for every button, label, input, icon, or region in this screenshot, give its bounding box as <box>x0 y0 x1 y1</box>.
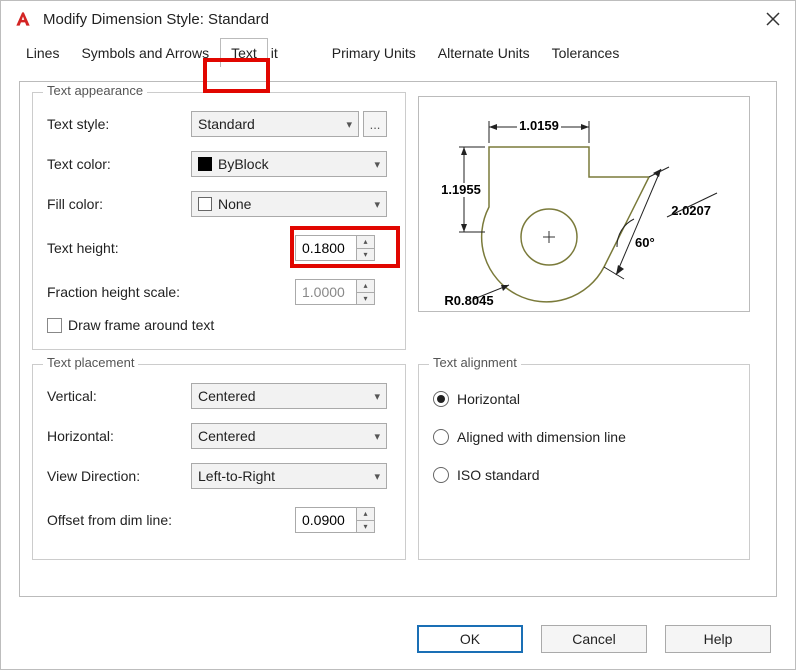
radio-icon <box>433 391 449 407</box>
fill-color-label: Fill color: <box>47 196 191 212</box>
close-button[interactable] <box>763 9 783 29</box>
tab-panel: Text appearance Text style: Standard ▾ .… <box>19 81 777 597</box>
svg-text:R0.8045: R0.8045 <box>444 293 493 308</box>
dimension-preview: 1.0159 1.1955 2.0207 <box>418 96 750 312</box>
radio-horizontal[interactable]: Horizontal <box>433 391 626 407</box>
offset-spinner[interactable]: ▴ ▾ <box>295 507 375 533</box>
legend-appearance: Text appearance <box>43 83 147 98</box>
dialog-window: Modify Dimension Style: Standard Lines S… <box>0 0 796 670</box>
fraction-scale-label: Fraction height scale: <box>47 284 295 300</box>
radio-aligned[interactable]: Aligned with dimension line <box>433 429 626 445</box>
text-color-label: Text color: <box>47 156 191 172</box>
text-style-browse-button[interactable]: ... <box>363 111 387 137</box>
vertical-dropdown[interactable]: Centered ▾ <box>191 383 387 409</box>
text-color-dropdown[interactable]: ByBlock ▾ <box>191 151 387 177</box>
cancel-button[interactable]: Cancel <box>541 625 647 653</box>
offset-input[interactable] <box>296 508 356 532</box>
tabs: Lines Symbols and Arrows Text it Primary… <box>1 37 795 67</box>
svg-text:1.1955: 1.1955 <box>441 182 481 197</box>
vertical-label: Vertical: <box>47 388 191 404</box>
fraction-scale-input <box>296 280 356 304</box>
text-height-spinner[interactable]: ▴ ▾ <box>295 235 375 261</box>
fieldset-text-appearance: Text appearance Text style: Standard ▾ .… <box>32 92 406 350</box>
spinner-up-icon[interactable]: ▴ <box>357 508 374 521</box>
chevron-down-icon: ▾ <box>374 390 380 403</box>
legend-placement: Text placement <box>43 355 138 370</box>
text-style-dropdown[interactable]: Standard ▾ <box>191 111 359 137</box>
spinner-down-icon: ▾ <box>357 293 374 305</box>
svg-text:1.0159: 1.0159 <box>519 118 559 133</box>
view-direction-label: View Direction: <box>47 468 191 484</box>
tab-fit[interactable]: it <box>268 38 289 67</box>
content-area: Text appearance Text style: Standard ▾ .… <box>1 69 795 609</box>
spinner-up-icon: ▴ <box>357 280 374 293</box>
draw-frame-label: Draw frame around text <box>68 317 214 333</box>
fill-color-dropdown[interactable]: None ▾ <box>191 191 387 217</box>
help-button[interactable]: Help <box>665 625 771 653</box>
offset-label: Offset from dim line: <box>47 512 295 528</box>
chevron-down-icon: ▾ <box>346 118 352 131</box>
radio-icon <box>433 467 449 483</box>
button-bar: OK Cancel Help <box>417 625 771 653</box>
chevron-down-icon: ▾ <box>374 158 380 171</box>
spinner-up-icon[interactable]: ▴ <box>357 236 374 249</box>
ellipsis-icon: ... <box>370 117 381 132</box>
view-direction-dropdown[interactable]: Left-to-Right ▾ <box>191 463 387 489</box>
tab-tolerances[interactable]: Tolerances <box>541 38 631 67</box>
tab-primary-units[interactable]: Primary Units <box>321 38 427 67</box>
chevron-down-icon: ▾ <box>374 430 380 443</box>
window-title: Modify Dimension Style: Standard <box>43 11 763 28</box>
horizontal-label: Horizontal: <box>47 428 191 444</box>
radio-iso[interactable]: ISO standard <box>433 467 626 483</box>
fraction-scale-spinner: ▴ ▾ <box>295 279 375 305</box>
text-height-input[interactable] <box>296 236 356 260</box>
spinner-down-icon[interactable]: ▾ <box>357 521 374 533</box>
titlebar: Modify Dimension Style: Standard <box>1 1 795 37</box>
legend-alignment: Text alignment <box>429 355 521 370</box>
chevron-down-icon: ▾ <box>374 198 380 211</box>
ok-button[interactable]: OK <box>417 625 523 653</box>
spinner-down-icon[interactable]: ▾ <box>357 249 374 261</box>
tab-symbols-arrows[interactable]: Symbols and Arrows <box>70 38 220 67</box>
svg-text:60°: 60° <box>635 235 655 250</box>
radio-icon <box>433 429 449 445</box>
tab-text[interactable]: Text <box>220 38 268 67</box>
text-height-label: Text height: <box>47 240 295 256</box>
horizontal-dropdown[interactable]: Centered ▾ <box>191 423 387 449</box>
color-swatch-icon <box>198 157 212 171</box>
tab-lines[interactable]: Lines <box>15 38 70 67</box>
chevron-down-icon: ▾ <box>374 470 380 483</box>
text-style-label: Text style: <box>47 116 191 132</box>
fieldset-text-alignment: Text alignment Horizontal Aligned with d… <box>418 364 750 560</box>
none-swatch-icon <box>198 197 212 211</box>
draw-frame-checkbox[interactable] <box>47 318 62 333</box>
app-icon <box>13 9 33 29</box>
tab-alternate-units[interactable]: Alternate Units <box>427 38 541 67</box>
fieldset-text-placement: Text placement Vertical: Centered ▾ Hori… <box>32 364 406 560</box>
